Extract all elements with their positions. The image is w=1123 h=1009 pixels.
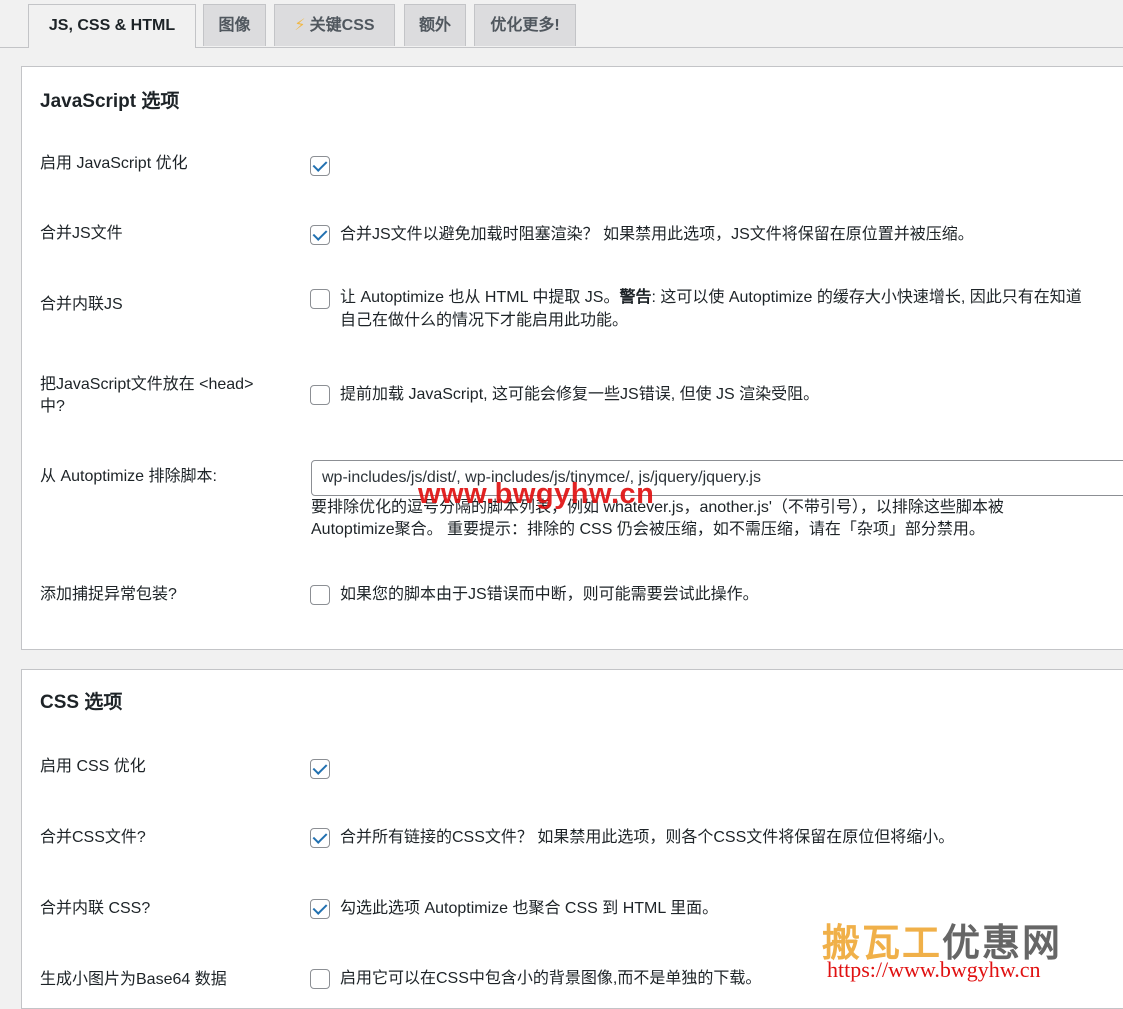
inline-js-label: 合并内联JS <box>40 296 123 313</box>
watermark-url: www.bwgyhw.cn <box>418 478 655 510</box>
enable-css-checkbox[interactable] <box>310 759 330 779</box>
try-catch-label: 添加捕捉异常包装? <box>40 586 177 603</box>
tab-optimize-more[interactable]: 优化更多! <box>474 4 576 46</box>
js-head-desc: 提前加载 JavaScript, 这可能会修复一些JS错误, 但使 JS 渲染受… <box>340 386 820 403</box>
inline-js-desc-part-2: : 这可以使 Autoptimize 的缓存大小快速增长, 因此只有在知道 <box>651 289 1082 306</box>
tab-critical-css[interactable]: ⚡ 关键CSS <box>274 4 395 46</box>
inline-js-desc: 让 Autoptimize 也从 HTML 中提取 JS。警告: 这可以使 Au… <box>340 287 1082 309</box>
base64-desc: 启用它可以在CSS中包含小的背景图像,而不是单独的下载。 <box>340 970 762 987</box>
enable-js-checkbox[interactable] <box>310 156 330 176</box>
inline-js-warning: 警告 <box>619 289 652 306</box>
exclude-scripts-help-line-1: 要排除优化的逗号分隔的脚本列表，例如 whatever.js，another.j… <box>311 499 1004 516</box>
base64-label: 生成小图片为Base64 数据 <box>40 971 227 988</box>
tab-images[interactable]: 图像 <box>203 4 266 46</box>
try-catch-checkbox[interactable] <box>310 585 330 605</box>
aggregate-css-checkbox[interactable] <box>310 828 330 848</box>
aggregate-css-label: 合并CSS文件? <box>40 829 146 846</box>
inline-js-desc-part-1: 让 Autoptimize 也从 HTML 中提取 JS。 <box>340 289 620 306</box>
js-head-checkbox[interactable] <box>310 385 330 405</box>
base64-checkbox[interactable] <box>310 969 330 989</box>
tab-extra[interactable]: 额外 <box>404 4 466 46</box>
try-catch-desc: 如果您的脚本由于JS错误而中断，则可能需要尝试此操作。 <box>340 586 759 603</box>
aggregate-js-desc: 合并JS文件以避免加载时阻塞渲染？ 如果禁用此选项，JS文件将保留在原位置并被压… <box>340 226 974 243</box>
css-options-title: CSS 选项 <box>40 692 123 713</box>
js-head-label-line-2: 中? <box>40 398 65 415</box>
js-head-label-line-1: 把JavaScript文件放在 <head> <box>40 376 254 393</box>
tab-critical-css-label: 关键CSS <box>309 17 375 34</box>
js-options-title: JavaScript 选项 <box>40 91 180 112</box>
inline-js-checkbox[interactable] <box>310 289 330 309</box>
exclude-scripts-label: 从 Autoptimize 排除脚本: <box>40 468 217 485</box>
inline-css-label: 合并内联 CSS? <box>40 900 151 917</box>
js-options-panel: JavaScript 选项 启用 JavaScript 优化 合并JS文件 合并… <box>21 66 1123 650</box>
aggregate-js-checkbox[interactable] <box>310 225 330 245</box>
inline-js-desc-line-2: 自己在做什么的情况下才能启用此功能。 <box>340 312 629 329</box>
watermark-site: https://www.bwgyhw.cn <box>827 957 1041 982</box>
exclude-scripts-help-line-2: Autoptimize聚合。 重要提示：排除的 CSS 仍会被压缩，如不需压缩，… <box>311 521 985 538</box>
inline-css-desc: 勾选此选项 Autoptimize 也聚合 CSS 到 HTML 里面。 <box>340 900 719 917</box>
aggregate-css-desc: 合并所有链接的CSS文件？ 如果禁用此选项，则各个CSS文件将保留在原位但将缩小… <box>340 829 955 846</box>
aggregate-js-label: 合并JS文件 <box>40 225 123 242</box>
enable-css-label: 启用 CSS 优化 <box>40 758 146 775</box>
settings-tabs: JS, CSS & HTML 图像 ⚡ 关键CSS 额外 优化更多! <box>0 0 1123 48</box>
enable-js-label: 启用 JavaScript 优化 <box>40 155 188 172</box>
lightning-icon: ⚡ <box>294 17 306 34</box>
tab-js-css-html[interactable]: JS, CSS & HTML <box>28 4 196 48</box>
inline-css-checkbox[interactable] <box>310 899 330 919</box>
